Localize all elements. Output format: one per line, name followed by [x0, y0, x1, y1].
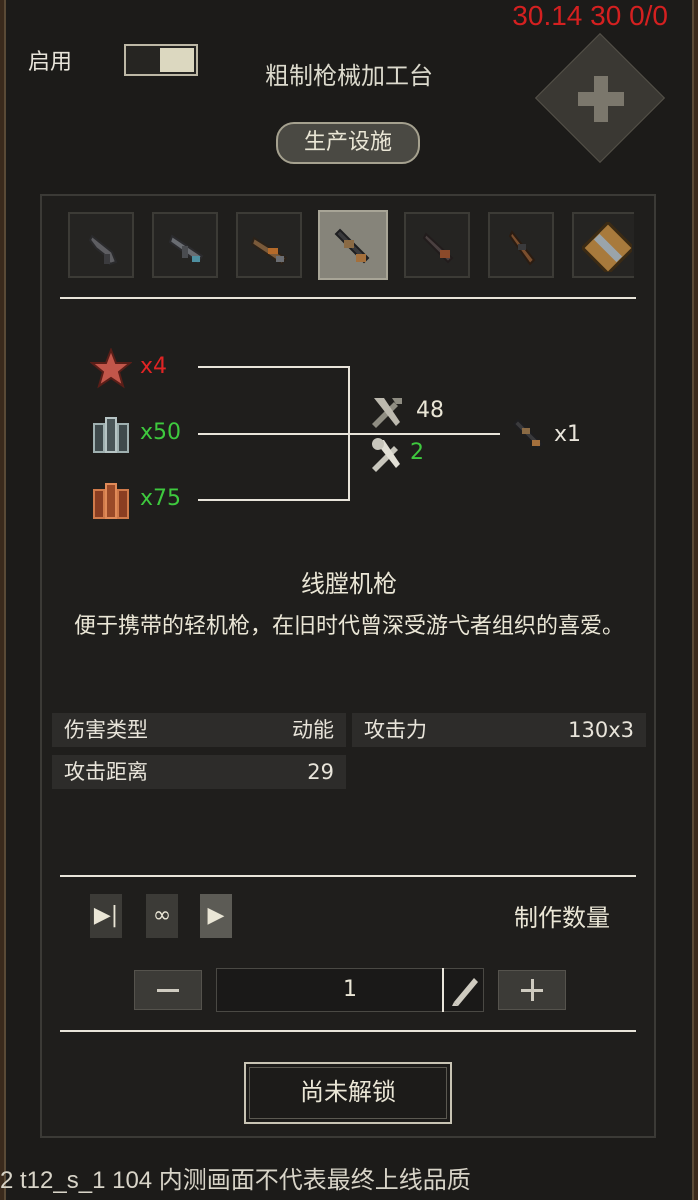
tab-carbine[interactable] [488, 212, 554, 278]
output-count: x1 [554, 422, 582, 447]
craft-quantity-label: 制作数量 [514, 904, 610, 932]
tab-pistol[interactable] [68, 212, 134, 278]
divider [60, 297, 636, 299]
quantity-separator [442, 968, 444, 1012]
connector-line [198, 366, 350, 368]
ingredient-steel[interactable] [90, 414, 132, 460]
ingredient-count: x50 [140, 420, 182, 445]
tab-rifle[interactable] [404, 212, 470, 278]
plus-icon-vertical [531, 979, 534, 1001]
ingredient-red-star[interactable] [89, 347, 133, 394]
red-star-icon [89, 347, 133, 389]
connector-line [198, 499, 350, 501]
divider [60, 875, 636, 877]
craft-once-button[interactable]: ▶| [90, 894, 122, 938]
smg-icon [168, 234, 204, 264]
connector-line [348, 366, 350, 501]
stat-label: 攻击距离 [64, 760, 148, 784]
pencil-icon[interactable] [448, 972, 482, 1008]
plus-icon [574, 72, 628, 126]
tab-machine-gun[interactable] [318, 210, 388, 280]
facility-badge[interactable]: 生产设施 [276, 122, 420, 164]
stat-attack-power: 攻击力 130x3 [352, 713, 646, 747]
unlock-button[interactable]: 尚未解锁 [244, 1062, 452, 1124]
minus-icon [157, 989, 179, 992]
tab-crate[interactable] [572, 212, 634, 278]
shotgun-icon [250, 236, 288, 266]
stat-damage-type: 伤害类型 动能 [52, 713, 346, 747]
work-value: 48 [416, 398, 444, 423]
stat-value: 130x3 [568, 718, 634, 742]
tool-requirement-icon [372, 438, 400, 472]
increase-quantity-button[interactable] [498, 970, 566, 1010]
stat-value: 动能 [292, 718, 334, 742]
divider [60, 1030, 636, 1032]
tool-value: 2 [410, 440, 424, 465]
stat-attack-range: 攻击距离 29 [52, 755, 346, 789]
stat-value: 29 [307, 760, 334, 784]
rifle-icon [422, 232, 454, 264]
test-watermark: 2 t12_s_1 104 内测画面不代表最终上线品质 [0, 1167, 471, 1194]
craft-forever-button[interactable]: ∞ [146, 894, 178, 938]
ingredient-count: x4 [140, 354, 168, 379]
tab-shotgun[interactable] [236, 212, 302, 278]
item-description: 便于携带的轻机枪，在旧时代曾深受游弋者组织的喜爱。 [74, 614, 625, 639]
machine-gun-icon [334, 228, 370, 264]
item-name: 线膛机枪 [301, 570, 397, 598]
work-tools-icon [372, 398, 402, 428]
debug-readout: 30.14 30 0/0 [512, 0, 668, 31]
decrease-quantity-button[interactable] [134, 970, 202, 1010]
copper-plates-icon [93, 483, 129, 519]
stat-label: 攻击力 [364, 718, 427, 742]
pistol-icon [88, 234, 118, 266]
ingredient-copper[interactable] [90, 480, 132, 526]
crate-icon [582, 222, 632, 272]
carbine-icon [508, 230, 536, 266]
craft-play-button[interactable]: ▶ [200, 894, 232, 938]
stat-label: 伤害类型 [64, 718, 148, 742]
steel-plates-icon [93, 417, 129, 453]
tab-smg[interactable] [152, 212, 218, 278]
output-machine-gun-icon[interactable] [510, 414, 548, 452]
ingredient-count: x75 [140, 486, 182, 511]
